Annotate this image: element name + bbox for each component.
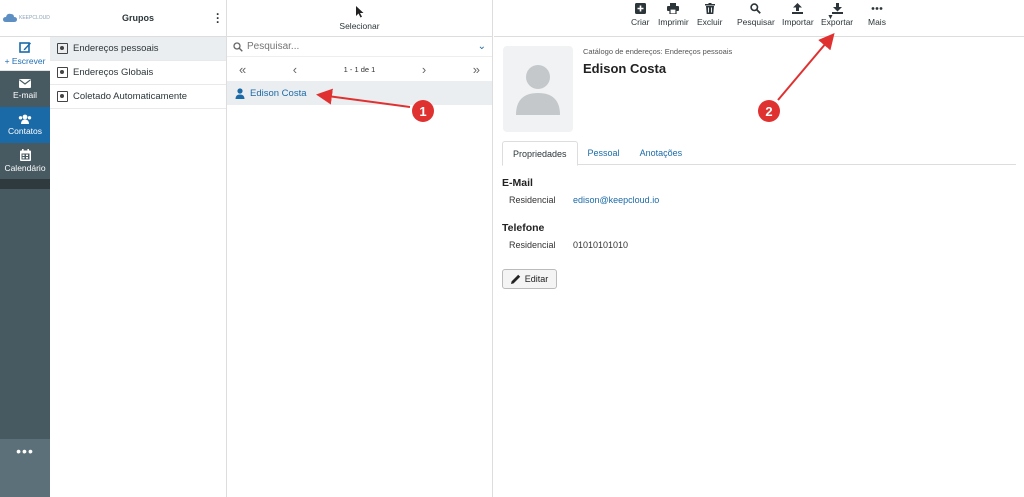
search-button[interactable]: Pesquisar — [737, 3, 775, 27]
delete-button[interactable]: Excluir — [697, 3, 723, 27]
group-item-personal[interactable]: Endereços pessoais — [50, 37, 226, 61]
contact-full-name: Edison Costa — [583, 61, 667, 76]
detail-tabs: Propriedades Pessoal Anotações — [502, 141, 1016, 166]
group-item-label: Endereços pessoais — [73, 43, 159, 54]
mail-icon — [19, 78, 31, 88]
email-section-title: E-Mail — [502, 177, 533, 189]
kebab-menu-icon[interactable]: · · · — [216, 8, 220, 28]
email-type-label: Residencial — [509, 195, 556, 205]
search-input[interactable] — [247, 41, 478, 52]
edit-label: Editar — [524, 274, 549, 284]
annotation-badge-2: 2 — [758, 100, 780, 122]
address-book-icon — [57, 91, 68, 102]
select-button[interactable]: Selecionar — [227, 0, 492, 37]
import-button[interactable]: Importar — [782, 3, 814, 27]
address-book-icon — [57, 43, 68, 54]
select-label: Selecionar — [339, 20, 380, 31]
export-dropdown-caret-icon[interactable]: ▼ — [827, 14, 834, 21]
group-item-label: Endereços Globais — [73, 67, 154, 78]
nav-more-button[interactable]: ••• — [0, 439, 50, 497]
nav-item-email-label: E-mail — [12, 89, 38, 100]
prev-page-icon[interactable]: ‹ — [293, 62, 297, 77]
phone-value: 01010101010 — [573, 240, 629, 250]
plus-square-icon — [634, 3, 646, 14]
compose-icon — [18, 42, 31, 53]
tab-personal[interactable]: Pessoal — [578, 141, 630, 164]
cloud-logo-icon — [3, 13, 17, 22]
print-button[interactable]: Imprimir — [658, 3, 689, 27]
delete-label: Excluir — [697, 17, 723, 27]
search-icon — [233, 41, 243, 52]
toolbar: Criar Imprimir Excluir Pesquisar Importa… — [494, 0, 1024, 37]
nav-item-email[interactable]: E-mail — [0, 71, 50, 107]
download-icon — [831, 3, 843, 14]
groups-header: Grupos · · · — [50, 0, 226, 37]
pencil-icon — [510, 274, 520, 284]
more-label: Mais — [868, 17, 886, 27]
search-label: Pesquisar — [737, 17, 775, 27]
annotation-badge-1: 1 — [412, 100, 434, 122]
groups-panel: Grupos · · · Endereços pessoais Endereços … — [50, 0, 227, 497]
chevron-down-icon[interactable]: ⌄ — [478, 41, 486, 52]
compose-label: + Escrever — [4, 56, 46, 66]
contact-search-bar: ⌄ — [227, 37, 492, 57]
group-item-label: Coletado Automaticamente — [73, 91, 188, 102]
contact-detail-pane: Criar Imprimir Excluir Pesquisar Importa… — [494, 0, 1024, 497]
contact-name: Edison Costa — [250, 87, 307, 99]
print-label: Imprimir — [658, 17, 689, 27]
import-label: Importar — [782, 17, 814, 27]
calendar-icon — [19, 149, 31, 161]
nav-item-contacts[interactable]: Contatos — [0, 107, 50, 143]
phone-type-label: Residencial — [509, 240, 556, 250]
next-page-icon[interactable]: › — [422, 62, 426, 77]
export-label: Exportar — [821, 17, 854, 27]
export-button[interactable]: Exportar — [821, 3, 853, 27]
email-value-link[interactable]: edison@keepcloud.io — [573, 195, 659, 205]
phone-section-title: Telefone — [502, 222, 545, 234]
nav-item-calendar[interactable]: Calendário — [0, 143, 50, 179]
create-button[interactable]: Criar — [631, 3, 649, 27]
more-button[interactable]: Mais — [868, 3, 886, 27]
contacts-list-panel: Selecionar ⌄ « ‹ 1 - 1 de 1 › » Edison C… — [227, 0, 493, 497]
contact-photo[interactable] — [503, 46, 573, 132]
contact-list-item[interactable]: Edison Costa — [227, 81, 492, 105]
breadcrumb: Catálogo de endereços: Endereços pessoai… — [583, 47, 733, 56]
upload-icon — [792, 3, 804, 14]
contacts-icon — [18, 114, 32, 124]
nav-item-calendar-label: Calendário — [4, 163, 46, 173]
compose-button[interactable]: + Escrever — [0, 37, 50, 71]
printer-icon — [667, 3, 680, 14]
app-logo[interactable]: KEEPCLOUD — [0, 0, 50, 37]
group-item-collected[interactable]: Coletado Automaticamente — [50, 85, 226, 109]
nav-spacer — [0, 189, 50, 439]
address-book-icon — [57, 67, 68, 78]
logo-text: KEEPCLOUD — [19, 15, 50, 21]
avatar-placeholder-icon — [516, 65, 560, 115]
trash-icon — [704, 3, 715, 14]
edit-button[interactable]: Editar — [502, 269, 557, 289]
groups-title: Grupos — [121, 13, 154, 23]
search-icon — [750, 3, 762, 14]
tab-notes[interactable]: Anotações — [630, 141, 693, 164]
pager-info: 1 - 1 de 1 — [343, 64, 376, 74]
person-icon — [235, 87, 245, 99]
group-item-global[interactable]: Endereços Globais — [50, 61, 226, 85]
tab-properties[interactable]: Propriedades — [502, 141, 578, 166]
last-page-icon[interactable]: » — [473, 62, 480, 77]
nav-item-contacts-label: Contatos — [7, 126, 43, 136]
create-label: Criar — [631, 17, 650, 27]
main-nav: KEEPCLOUD + Escrever E-mail Contatos Cal… — [0, 0, 50, 497]
pager: « ‹ 1 - 1 de 1 › » — [227, 57, 492, 81]
cursor-icon — [356, 5, 364, 17]
first-page-icon[interactable]: « — [239, 62, 246, 77]
more-dots-icon — [871, 7, 883, 10]
